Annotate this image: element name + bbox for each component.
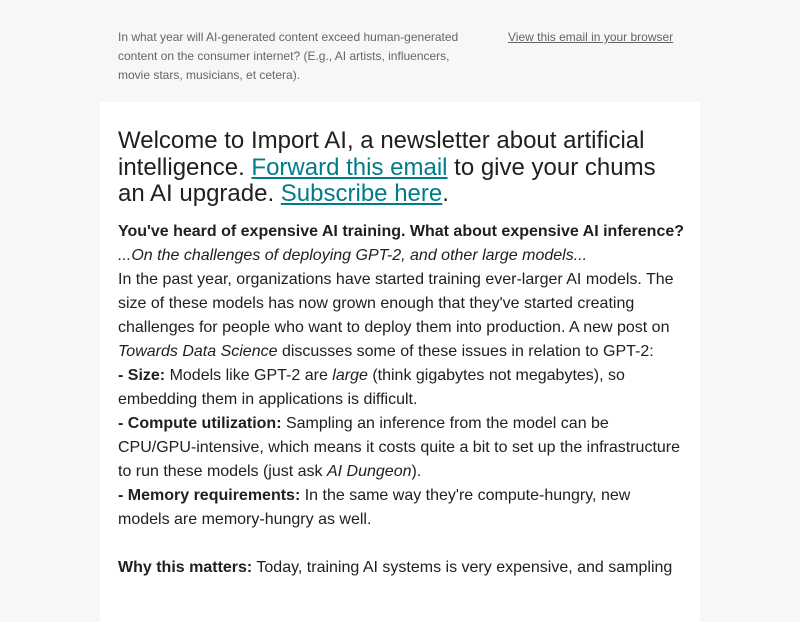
- subscribe-link[interactable]: Subscribe here: [281, 180, 442, 207]
- why-this-matters: Why this matters: Today, training AI sys…: [118, 558, 673, 576]
- email-content: Welcome to Import AI, a newsletter about…: [118, 127, 686, 580]
- intro-text: .: [442, 180, 449, 207]
- view-in-browser-link[interactable]: View this email in your browser: [508, 28, 673, 47]
- email-preheader: In what year will AI-generated content e…: [0, 0, 800, 100]
- article-paragraph: In the past year, organizations have sta…: [118, 270, 674, 360]
- article-body: You've heard of expensive AI training. W…: [118, 220, 686, 580]
- bullet-compute: - Compute utilization: Sampling an infer…: [118, 414, 681, 480]
- article-headline: You've heard of expensive AI training. W…: [118, 222, 685, 240]
- article-subtitle: ...On the challenges of deploying GPT-2,…: [118, 246, 588, 264]
- source-name: Towards Data Science: [118, 342, 278, 360]
- email-body-card: Welcome to Import AI, a newsletter about…: [100, 102, 700, 622]
- bullet-size: - Size: Models like GPT-2 are large (thi…: [118, 366, 625, 408]
- forward-email-link[interactable]: Forward this email: [251, 154, 447, 181]
- preheader-question: In what year will AI-generated content e…: [118, 30, 459, 82]
- newsletter-intro: Welcome to Import AI, a newsletter about…: [118, 127, 686, 208]
- bullet-memory: - Memory requirements: In the same way t…: [118, 486, 631, 528]
